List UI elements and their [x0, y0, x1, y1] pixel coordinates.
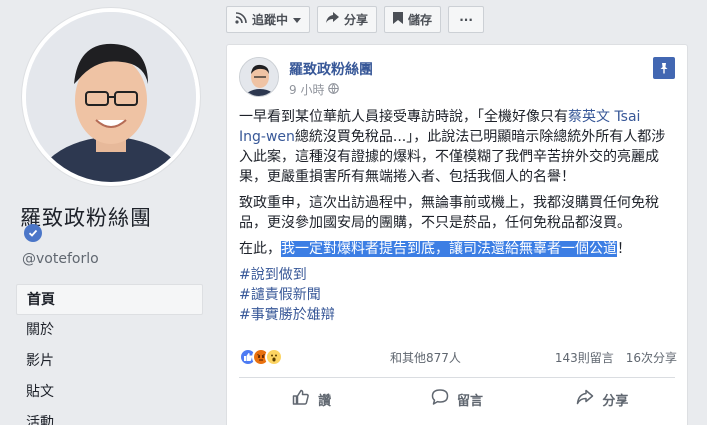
- post-divider: [239, 377, 675, 378]
- share-count[interactable]: 16次分享: [626, 349, 677, 366]
- post-body: 一早看到某位華航人員接受專訪時說，「全機好像只有蔡英文 Tsai Ing-wen…: [239, 107, 671, 325]
- wow-reaction-icon[interactable]: [265, 348, 283, 366]
- rss-icon: [235, 12, 247, 27]
- hashtag-link[interactable]: #譴責假新聞: [239, 285, 671, 305]
- reactions-bar: 和其他877人 143則留言 16次分享: [239, 345, 677, 369]
- share-post-button[interactable]: 分享: [530, 383, 675, 415]
- save-page-label: 儲存: [408, 13, 433, 27]
- pin-icon[interactable]: [653, 57, 675, 79]
- post-time[interactable]: 9 小時: [289, 81, 324, 98]
- nav-item-home[interactable]: 首頁: [16, 284, 203, 315]
- reaction-count[interactable]: 和其他877人: [390, 349, 461, 366]
- nav-item-posts[interactable]: 貼文: [16, 377, 203, 408]
- post-paragraph-1: 一早看到某位華航人員接受專訪時說，「全機好像只有蔡英文 Tsai Ing-wen…: [239, 109, 666, 185]
- post-card: 羅致政粉絲團 9 小時 一早看到某位華航人員接受專訪時說，「全機好像只有蔡英文 …: [226, 44, 688, 425]
- left-column: 羅致政粉絲團 @voteforlo 首頁 關於 影片 貼文 活動: [0, 0, 215, 425]
- post-author-name[interactable]: 羅致政粉絲團: [289, 59, 373, 79]
- bookmark-icon: [393, 12, 404, 27]
- thumbs-up-icon: [292, 388, 310, 410]
- profile-picture[interactable]: [22, 8, 200, 186]
- post-timestamp: 9 小時: [289, 81, 340, 98]
- verified-badge-icon: [24, 224, 42, 242]
- comment-count[interactable]: 143則留言: [555, 349, 614, 366]
- caret-down-icon: [293, 13, 302, 27]
- nav-item-about[interactable]: 關於: [16, 315, 203, 346]
- post-actions: 讚 留言 分享: [239, 383, 675, 415]
- comment-label: 留言: [456, 393, 483, 409]
- share-post-label: 分享: [602, 393, 629, 409]
- globe-icon: [328, 82, 340, 97]
- page-username: @voteforlo: [22, 251, 99, 267]
- post-paragraph-3: 在此，我一定對爆料者提告到底，讓司法還給無辜者一個公道！: [239, 241, 631, 257]
- share-page-button[interactable]: 分享: [317, 6, 378, 33]
- following-label: 追蹤中: [252, 13, 289, 27]
- more-options-button[interactable]: ···: [448, 6, 485, 33]
- hashtag-link[interactable]: #事實勝於雄辯: [239, 305, 671, 325]
- like-button[interactable]: 讚: [239, 383, 384, 415]
- post-paragraph-2: 致政重申，這次出訪過程中，無論事前或機上，我都沒購買任何免稅品，更沒參加國安局的…: [239, 195, 659, 231]
- hashtag-list: #說到做到 #譴責假新聞 #事實勝於雄辯: [239, 265, 671, 325]
- page-actions: 追蹤中 分享 儲存 ···: [226, 6, 485, 34]
- share-arrow-icon: [576, 389, 594, 409]
- save-page-button[interactable]: 儲存: [384, 6, 442, 33]
- nav-item-videos[interactable]: 影片: [16, 346, 203, 377]
- share-page-label: 分享: [344, 13, 369, 27]
- share-arrow-icon: [326, 12, 340, 27]
- profile-photo: [26, 12, 196, 182]
- page-nav: 首頁 關於 影片 貼文 活動: [16, 284, 203, 425]
- hashtag-link[interactable]: #說到做到: [239, 265, 671, 285]
- selected-text: 我一定對爆料者提告到底，讓司法還給無辜者一個公道: [281, 241, 617, 257]
- comment-icon: [431, 388, 449, 410]
- comment-button[interactable]: 留言: [384, 383, 529, 415]
- post-author-avatar[interactable]: [239, 57, 279, 97]
- like-label: 讚: [318, 393, 332, 409]
- nav-item-events[interactable]: 活動: [16, 408, 203, 425]
- following-button[interactable]: 追蹤中: [226, 6, 311, 33]
